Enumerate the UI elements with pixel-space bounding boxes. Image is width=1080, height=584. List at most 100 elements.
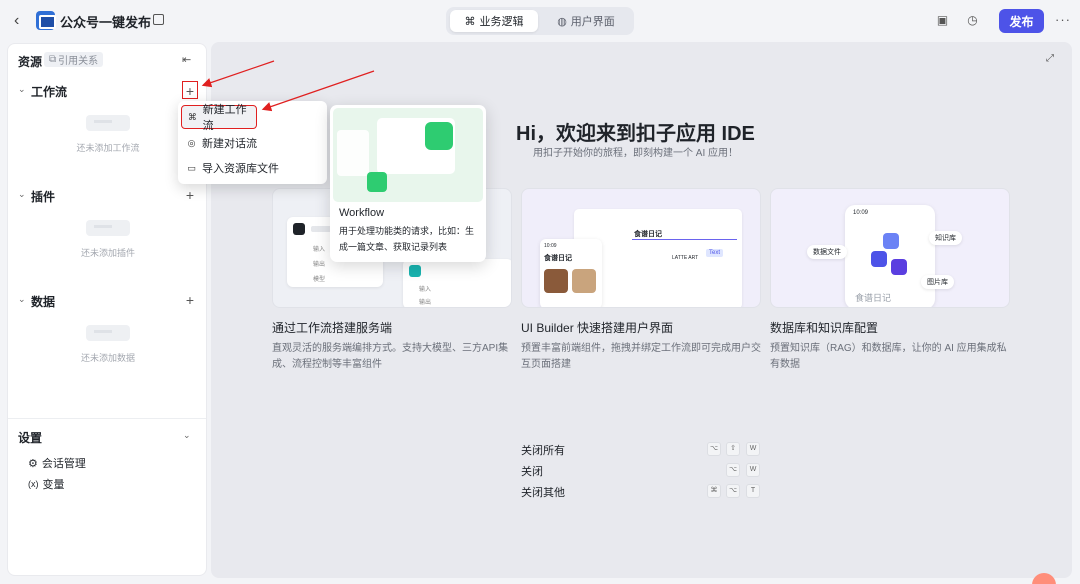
divider <box>8 418 206 419</box>
card-description: 预置丰富前端组件，拖拽并绑定工作流即可完成用户交互页面搭建 <box>521 343 761 370</box>
tab-label: 用户界面 <box>570 16 615 28</box>
shortcut-label: 关闭所有 <box>521 445 565 457</box>
collapse-panel-icon[interactable]: ⇤ <box>182 53 191 66</box>
top-bar: ‹ 公众号一键发布 ⌘ 业务逻辑 ◍ 用户界面 ▣ ◷ 发布 ··· <box>0 0 1080 42</box>
chatflow-icon: ◎ <box>187 137 196 148</box>
shortcut-key: ⇧ <box>726 442 740 456</box>
phone-mockup: 10:09 食谱日记 <box>845 205 935 307</box>
section-label: 数据 <box>31 295 56 309</box>
menu-item-label: 新建工作流 <box>202 104 247 132</box>
form-label: 输出 <box>419 300 432 306</box>
form-label: 输入 <box>419 287 432 293</box>
settings-item-label: 会话管理 <box>41 458 86 470</box>
form-label: 输出 <box>313 262 326 268</box>
publish-button[interactable]: 发布 <box>999 9 1044 33</box>
phone-time: 10:09 <box>544 243 557 249</box>
shortcut-key: W <box>746 442 760 456</box>
workflow-illustration <box>333 108 483 202</box>
add-plugin-button[interactable]: + <box>182 186 198 204</box>
food-photo <box>544 269 568 293</box>
app-title: 公众号一键发布 <box>60 15 152 30</box>
chevron-down-icon[interactable]: ⌄ <box>183 430 191 441</box>
kb-caption: 食谱日记 <box>855 293 892 303</box>
shortcut-key: ⌘ <box>707 484 721 498</box>
card-knowledge-illustration[interactable]: 10:09 食谱日记 数据文件 知识库 图片库 <box>770 188 1010 308</box>
settings-item-variable[interactable]: (x) 变量 <box>28 476 65 492</box>
section-data[interactable]: ⌄ 数据 + <box>18 291 198 309</box>
back-arrow-icon[interactable]: ‹ <box>14 12 28 30</box>
preview-icon[interactable]: ▣ <box>935 13 950 28</box>
section-plugin[interactable]: ⌄ 插件 + <box>18 186 198 204</box>
import-icon: ▭ <box>187 162 196 173</box>
shortcut-key: ⌥ <box>707 442 721 456</box>
more-icon[interactable]: ··· <box>1055 12 1071 27</box>
ui-heading: 食谱日记 <box>544 255 572 262</box>
menu-item-import[interactable]: ▭ 导入资源库文件 <box>181 156 324 180</box>
card-ui-builder-illustration[interactable]: 食谱日记 Text LATTE ART 10:09 食谱日记 <box>521 188 761 308</box>
view-switcher: ⌘ 业务逻辑 ◍ 用户界面 <box>446 7 634 35</box>
card-title: 数据库和知识库配置 <box>770 321 879 335</box>
workflow-node-icon <box>425 122 453 150</box>
app-logo-icon <box>36 11 56 30</box>
node-icon <box>293 223 305 235</box>
link-icon: ⧉ <box>49 54 57 65</box>
chevron-down-icon[interactable]: ⌄ <box>18 294 26 305</box>
tooltip-title: Workflow <box>339 207 385 219</box>
chat-settings-icon: ⚙ <box>28 457 38 470</box>
empty-illustration <box>86 115 130 131</box>
tab-label: 业务逻辑 <box>479 16 524 28</box>
empty-text: 还未添加插件 <box>80 248 135 258</box>
tab-business-logic[interactable]: ⌘ 业务逻辑 <box>450 10 538 32</box>
form-label: 输入 <box>313 247 326 253</box>
workflow-icon: ⌘ <box>464 15 476 28</box>
empty-illustration <box>86 220 130 236</box>
section-label: 工作流 <box>31 85 68 99</box>
tooltip-description: 用于处理功能类的请求，比如：生成一篇文章、获取记录列表 <box>339 226 475 252</box>
welcome-subtitle: 用扣子开始你的旅程，即刻构建一个 AI 应用！ <box>533 148 739 159</box>
menu-item-new-chatflow[interactable]: ◎ 新建对话流 <box>181 131 324 155</box>
menu-item-new-workflow[interactable]: ⌘ 新建工作流 <box>181 104 257 132</box>
welcome-title: Hi，欢迎来到扣子应用 IDE <box>516 123 755 145</box>
history-icon[interactable]: ◷ <box>965 13 980 28</box>
card-title: UI Builder 快速搭建用户界面 <box>521 321 674 335</box>
resource-panel: 资源 ⧉ 引用关系 ⇤ ⌄ 工作流 + 还未添加工作流 ⌄ 插件 + 还未添加插… <box>7 43 207 576</box>
node-card <box>337 130 369 176</box>
empty-text: 还未添加数据 <box>80 353 135 363</box>
menu-item-label: 新建对话流 <box>202 138 257 150</box>
chevron-down-icon[interactable]: ⌄ <box>18 84 26 95</box>
settings-title[interactable]: 设置 <box>18 429 42 446</box>
workflow-node-icon <box>367 172 387 192</box>
tag-knowledge: 知识库 <box>929 231 962 245</box>
card-title: 通过工作流搭建服务端 <box>272 321 393 335</box>
card-description: 直观灵活的服务端编排方式。支持大模型、三方API集成、流程控制等丰富组件 <box>272 343 509 370</box>
expand-icon[interactable]: ⤢ <box>1046 53 1054 64</box>
shortcut-key: T <box>746 484 760 498</box>
add-data-button[interactable]: + <box>182 291 198 309</box>
palette-icon: ◍ <box>557 15 567 28</box>
shortcut-label: 关闭其他 <box>521 487 565 499</box>
shortcut-key: ⌥ <box>726 484 740 498</box>
card-description: 预置知识库（RAG）和数据库，让你的 AI 应用集成私有数据 <box>770 343 1007 370</box>
tag-data-files: 数据文件 <box>807 245 847 259</box>
image-icon <box>891 259 907 275</box>
section-label: 插件 <box>31 190 56 204</box>
reference-chip[interactable]: ⧉ 引用关系 <box>44 52 104 67</box>
settings-item-session[interactable]: ⚙ 会话管理 <box>28 455 86 471</box>
food-photo <box>572 269 596 293</box>
section-workflow[interactable]: ⌄ 工作流 + <box>18 81 198 99</box>
node-card: 输入 输出 <box>403 259 511 307</box>
ui-heading: 食谱日记 <box>634 231 662 238</box>
selection-line <box>632 239 737 240</box>
variable-icon: (x) <box>28 479 39 489</box>
latte-label: LATTE ART <box>672 255 699 261</box>
workflow-tooltip: Workflow 用于处理功能类的请求，比如：生成一篇文章、获取记录列表 <box>330 105 486 262</box>
add-workflow-button[interactable]: + <box>182 81 198 99</box>
file-icon <box>871 251 887 267</box>
tab-user-interface[interactable]: ◍ 用户界面 <box>542 10 630 32</box>
tag-image-library: 图片库 <box>921 275 954 289</box>
text-chip: Text <box>706 249 724 257</box>
chevron-down-icon[interactable]: ⌄ <box>18 189 26 200</box>
shortcut-key: W <box>746 463 760 477</box>
edit-icon[interactable] <box>153 14 164 25</box>
menu-item-label: 导入资源库文件 <box>202 163 279 175</box>
